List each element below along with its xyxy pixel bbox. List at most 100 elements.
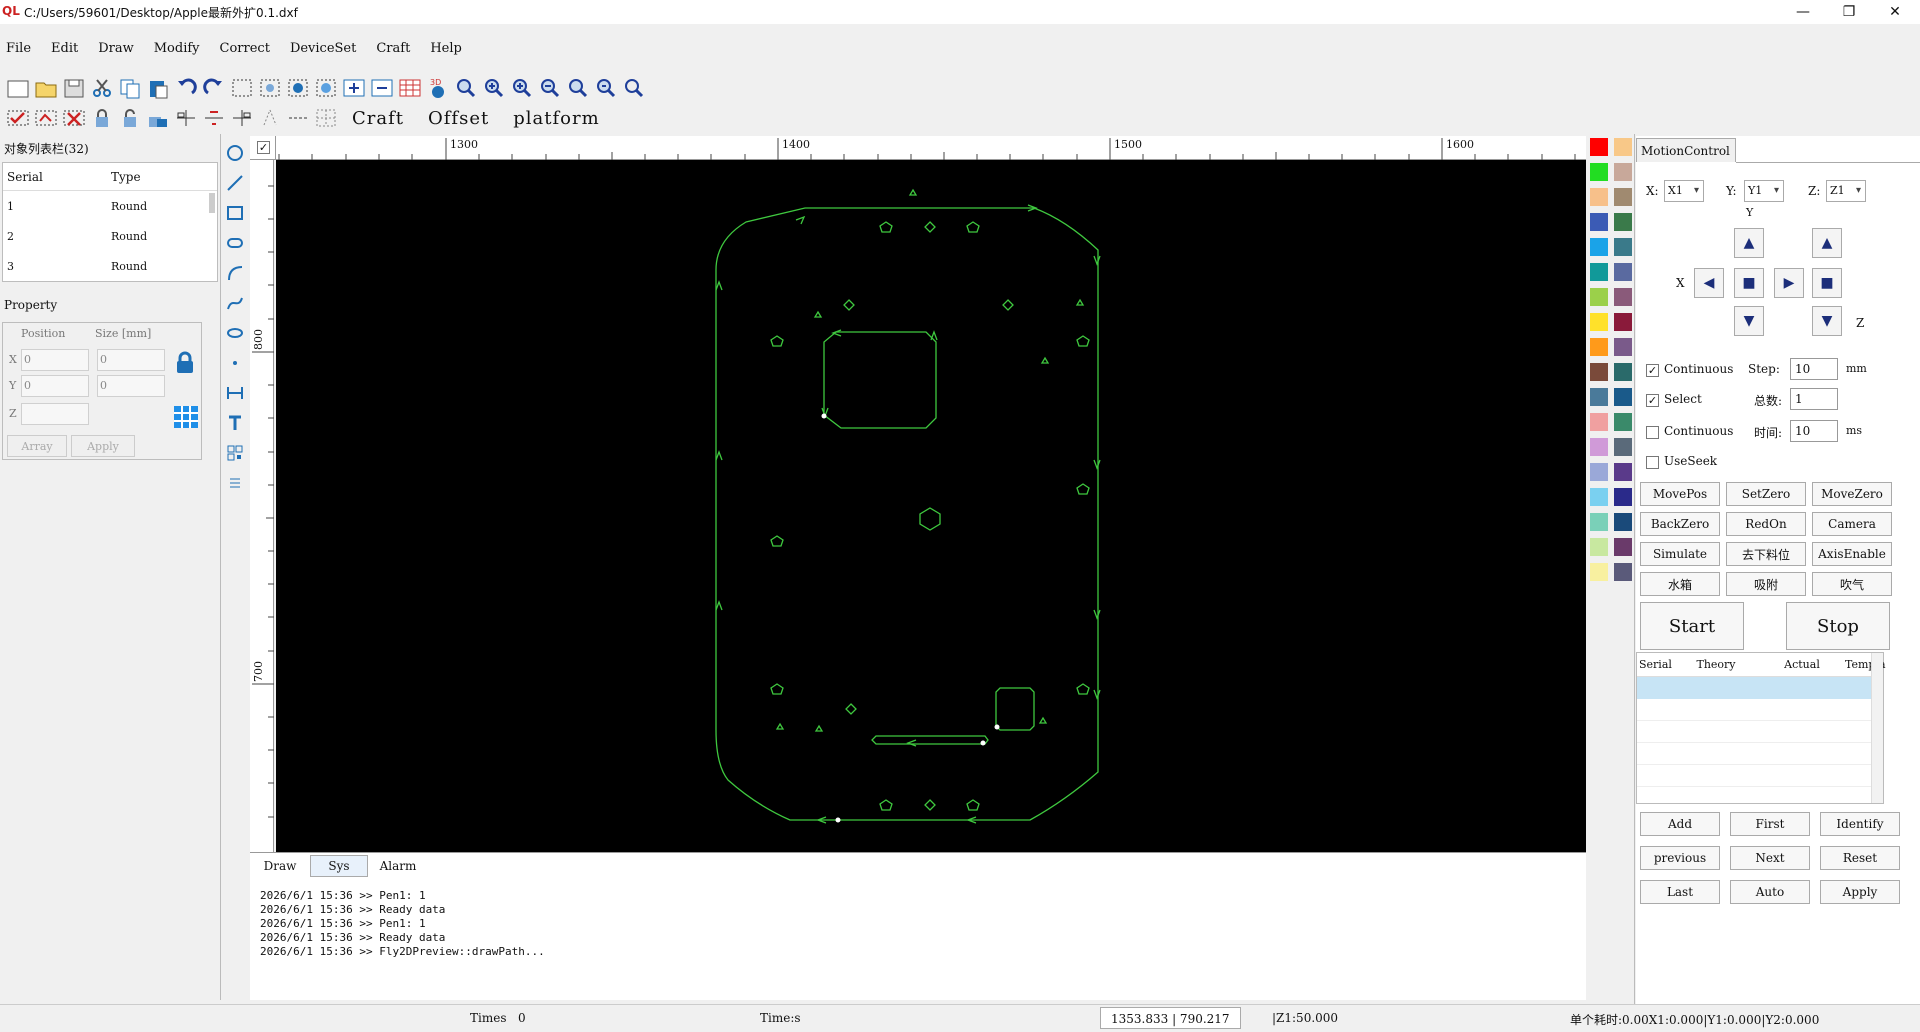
color-swatch[interactable] — [1590, 363, 1608, 381]
array-icon[interactable] — [284, 104, 312, 132]
save-icon[interactable] — [60, 74, 88, 102]
offset-button[interactable]: Offset — [428, 108, 489, 129]
continuous2-checkbox[interactable] — [1646, 426, 1659, 439]
simulate-button[interactable]: Simulate — [1640, 542, 1720, 566]
xy-stop-button[interactable]: ■ — [1734, 268, 1764, 298]
menu-draw[interactable]: Draw — [98, 41, 134, 56]
setzero-button[interactable]: SetZero — [1726, 482, 1806, 506]
next-button[interactable]: Next — [1730, 846, 1810, 870]
text-tool-icon[interactable] — [222, 408, 248, 438]
color-swatch[interactable] — [1614, 188, 1632, 206]
y-down-button[interactable]: ▼ — [1734, 306, 1764, 336]
menu-craft[interactable]: Craft — [376, 41, 410, 56]
color-swatch[interactable] — [1614, 463, 1632, 481]
point-tool-icon[interactable] — [222, 348, 248, 378]
color-swatch[interactable] — [1614, 538, 1632, 556]
table-row[interactable] — [1637, 765, 1883, 787]
stop-button[interactable]: Stop — [1786, 602, 1890, 650]
line-tool-icon[interactable] — [222, 168, 248, 198]
close-button[interactable]: ✕ — [1872, 0, 1918, 24]
menu-edit[interactable]: Edit — [51, 41, 78, 56]
color-swatch[interactable] — [1614, 388, 1632, 406]
select-checkbox[interactable]: ✓ — [1646, 394, 1659, 407]
table-row[interactable] — [1637, 699, 1883, 721]
z-stop-button[interactable]: ■ — [1812, 268, 1842, 298]
dimension-tool-icon[interactable] — [222, 378, 248, 408]
redon-button[interactable]: RedOn — [1726, 512, 1806, 536]
color-swatch[interactable] — [1614, 288, 1632, 306]
ungroup-icon[interactable] — [312, 74, 340, 102]
axisenable-button[interactable]: AxisEnable — [1812, 542, 1892, 566]
backzero-button[interactable]: BackZero — [1640, 512, 1720, 536]
drawing-canvas[interactable] — [276, 160, 1586, 852]
x-left-button[interactable]: ◀ — [1694, 268, 1724, 298]
last-button[interactable]: Last — [1640, 880, 1720, 904]
y-size-input[interactable]: 0 — [97, 375, 165, 397]
lock-icon[interactable] — [175, 351, 195, 379]
z-up-button[interactable]: ▲ — [1812, 228, 1842, 258]
y-axis-select[interactable]: Y1 — [1744, 180, 1784, 202]
curve-tool-icon[interactable] — [222, 288, 248, 318]
camera-button[interactable]: Camera — [1812, 512, 1892, 536]
movezero-button[interactable]: MoveZero — [1812, 482, 1892, 506]
color-swatch[interactable] — [1614, 213, 1632, 231]
cut-icon[interactable] — [88, 74, 116, 102]
y-position-input[interactable]: 0 — [21, 375, 89, 397]
menu-modify[interactable]: Modify — [154, 41, 200, 56]
table-row[interactable] — [1637, 721, 1883, 743]
color-swatch[interactable] — [1614, 488, 1632, 506]
color-swatch[interactable] — [1590, 138, 1608, 156]
x-size-input[interactable]: 0 — [97, 349, 165, 371]
color-swatch[interactable] — [1614, 563, 1632, 581]
step-input[interactable]: 10 — [1790, 358, 1838, 380]
zoom-in-2-icon[interactable] — [508, 74, 536, 102]
zoom-in-icon[interactable] — [480, 74, 508, 102]
color-swatch[interactable] — [1614, 263, 1632, 281]
water-tank-button[interactable]: 水箱 — [1640, 572, 1720, 596]
zoom-out-icon[interactable] — [536, 74, 564, 102]
list-tool-icon[interactable] — [222, 468, 248, 498]
color-swatch[interactable] — [1590, 163, 1608, 181]
color-swatch[interactable] — [1590, 388, 1608, 406]
unlock-icon[interactable] — [116, 104, 144, 132]
lock-all-icon[interactable] — [144, 104, 172, 132]
table-row-selected[interactable] — [1637, 677, 1883, 699]
add-button[interactable]: Add — [1640, 812, 1720, 836]
check-path-icon[interactable] — [4, 104, 32, 132]
circle-tool-icon[interactable] — [222, 138, 248, 168]
movepos-button[interactable]: MovePos — [1640, 482, 1720, 506]
group-icon[interactable] — [284, 74, 312, 102]
y-up-button[interactable]: ▲ — [1734, 228, 1764, 258]
new-file-icon[interactable] — [4, 74, 32, 102]
total-input[interactable]: 1 — [1790, 388, 1838, 410]
type-column-header[interactable]: Type — [111, 170, 141, 184]
x-axis-select[interactable]: X1 — [1664, 180, 1704, 202]
tab-alarm[interactable]: Alarm — [370, 855, 426, 877]
serial-column-header[interactable]: Serial — [1637, 658, 1673, 671]
z-position-input[interactable] — [21, 403, 89, 425]
menu-help[interactable]: Help — [430, 41, 462, 56]
color-swatch[interactable] — [1590, 288, 1608, 306]
serial-column-header[interactable]: Serial — [3, 170, 111, 184]
color-swatch[interactable] — [1590, 213, 1608, 231]
grid-array-icon[interactable] — [312, 104, 340, 132]
first-button[interactable]: First — [1730, 812, 1810, 836]
color-swatch[interactable] — [1614, 138, 1632, 156]
continuous-checkbox[interactable]: ✓ — [1646, 364, 1659, 377]
color-swatch[interactable] — [1590, 338, 1608, 356]
color-swatch[interactable] — [1614, 313, 1632, 331]
align-right-icon[interactable] — [228, 104, 256, 132]
actual-column-header[interactable]: Actual — [1759, 658, 1845, 671]
list-scrollbar[interactable] — [209, 193, 215, 213]
x-position-input[interactable]: 0 — [21, 349, 89, 371]
auto-button[interactable]: Auto — [1730, 880, 1810, 904]
distribute-icon[interactable] — [256, 104, 284, 132]
delete-path-icon[interactable] — [60, 104, 88, 132]
table-scrollbar[interactable] — [1871, 653, 1883, 803]
theory-column-header[interactable]: Theory — [1673, 658, 1759, 671]
apply-button[interactable]: Apply — [1820, 880, 1900, 904]
maximize-button[interactable]: ❐ — [1826, 0, 1872, 24]
path-order-icon[interactable] — [32, 104, 60, 132]
color-swatch[interactable] — [1614, 438, 1632, 456]
remove-layer-icon[interactable] — [368, 74, 396, 102]
